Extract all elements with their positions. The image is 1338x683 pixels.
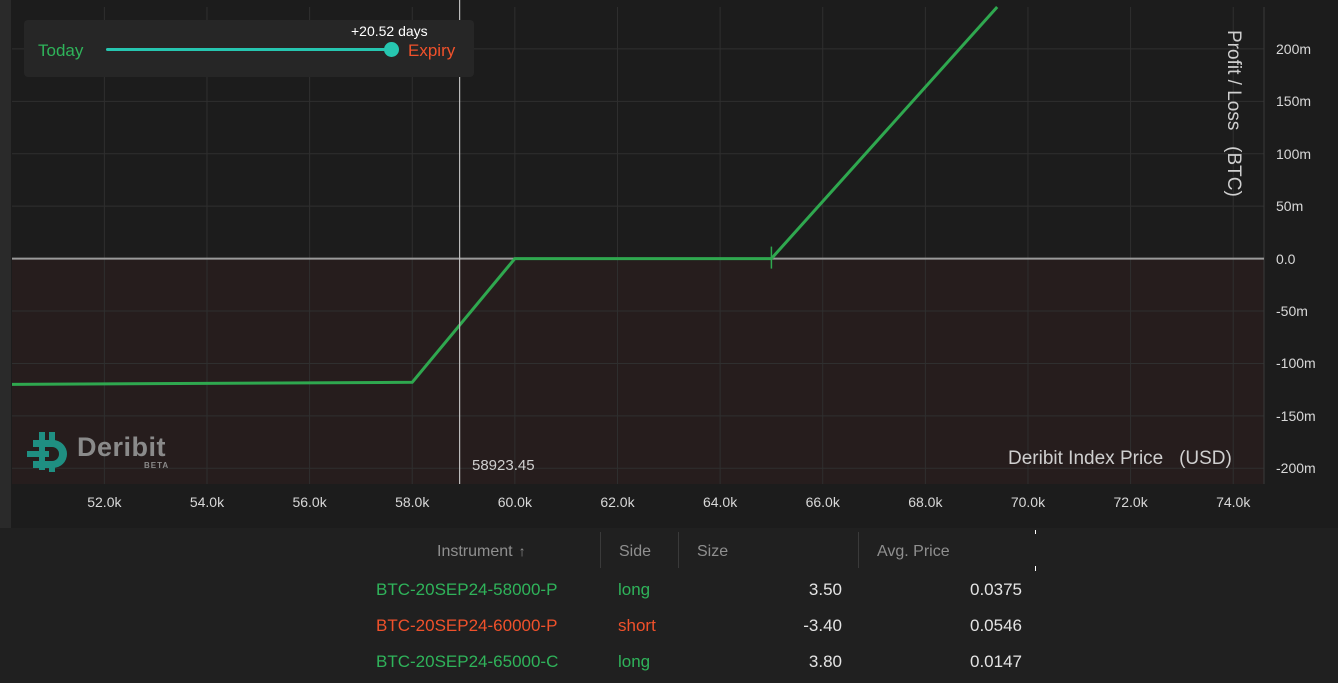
x-tick-label: 74.0k [1216, 494, 1251, 510]
x-tick-label: 52.0k [87, 494, 122, 510]
column-divider[interactable] [858, 532, 859, 568]
x-tick-label: 56.0k [292, 494, 327, 510]
x-tick-label: 64.0k [702, 494, 738, 510]
time-slider-track[interactable] [106, 48, 392, 51]
y-tick-label: -200m [1276, 460, 1316, 477]
y-tick-label: 200m [1276, 40, 1312, 57]
y-tick-label: 50m [1276, 198, 1304, 215]
table-row[interactable]: BTC-20SEP24-58000-P long 3.50 0.0375 [0, 573, 1338, 607]
col-header-instrument[interactable]: Instrument ↑ [437, 543, 526, 561]
deribit-logo: Deribit BETA [27, 428, 187, 474]
x-tick-label: 72.0k [1113, 494, 1148, 510]
row-avg-price: 0.0375 [970, 580, 1022, 599]
deribit-logo-icon [27, 432, 67, 472]
col-header-side[interactable]: Side [619, 543, 651, 561]
pnl-chart[interactable]: Today +20.52 days Expiry Deribit BETA 58… [0, 0, 1338, 528]
column-divider[interactable] [600, 532, 601, 568]
scroll-indicator [1035, 566, 1036, 571]
x-tick-label: 60.0k [497, 494, 532, 510]
column-divider[interactable] [678, 532, 679, 568]
sort-ascending-icon[interactable]: ↑ [519, 543, 526, 559]
slider-days-offset: +20.52 days [351, 23, 428, 39]
time-slider-panel: Today +20.52 days Expiry [24, 20, 474, 77]
brand-tag: BETA [144, 461, 170, 470]
y-tick-label: 0.0 [1276, 250, 1296, 267]
x-tick-label: 66.0k [805, 494, 840, 510]
row-avg-price: 0.0546 [970, 616, 1022, 635]
positions-table: Instrument ↑ Side Size Avg. Price BTC-20S… [0, 528, 1338, 683]
y-axis-title: Profit / Loss (BTC) [1223, 30, 1244, 197]
x-axis-title: Deribit Index Price (USD) [1008, 448, 1232, 469]
x-tick-label: 70.0k [1010, 494, 1046, 510]
y-tick-label: -50m [1276, 303, 1308, 320]
scroll-indicator [1035, 530, 1036, 534]
table-row[interactable]: BTC-20SEP24-60000-P short -3.40 0.0546 [0, 609, 1338, 643]
time-slider-thumb[interactable] [384, 42, 399, 57]
y-tick-label: 100m [1276, 145, 1312, 162]
y-tick-label: -100m [1276, 355, 1316, 372]
col-header-size[interactable]: Size [697, 543, 728, 561]
table-row[interactable]: BTC-20SEP24-65000-C long 3.80 0.0147 [0, 645, 1338, 679]
cursor-price-label: 58923.45 [472, 457, 535, 474]
y-tick-label: 150m [1276, 93, 1312, 110]
x-tick-label: 54.0k [189, 494, 225, 510]
brand-name: Deribit [77, 432, 167, 462]
x-tick-label: 68.0k [908, 494, 943, 510]
col-header-instrument-label: Instrument [437, 543, 513, 560]
row-avg-price: 0.0147 [970, 652, 1022, 671]
x-tick-label: 58.0k [395, 494, 430, 510]
slider-today-label: Today [38, 41, 84, 60]
x-tick-label: 62.0k [600, 494, 635, 510]
col-header-avg-price[interactable]: Avg. Price [877, 543, 950, 561]
y-tick-label: -150m [1276, 407, 1316, 424]
slider-expiry-label: Expiry [408, 41, 456, 60]
